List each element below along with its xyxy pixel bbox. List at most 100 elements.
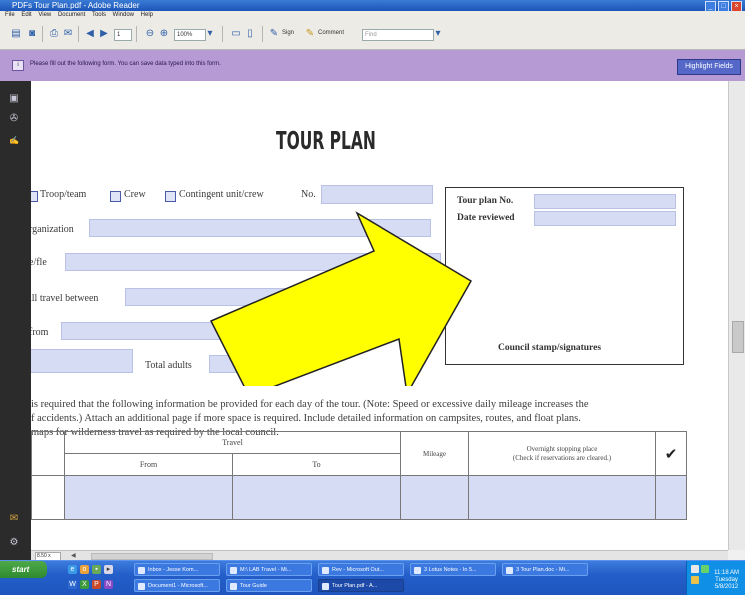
zoom-in-icon[interactable]: ⊕	[158, 28, 170, 40]
table-cell-date[interactable]	[31, 475, 65, 520]
leaders-field[interactable]	[31, 349, 133, 373]
table-cell-from[interactable]	[64, 475, 233, 520]
fit-page-icon[interactable]: ▭	[230, 28, 242, 40]
notes-quicklaunch-icon[interactable]: N	[104, 580, 113, 589]
task-app-icon	[414, 567, 421, 574]
troop-label: Troop/team	[40, 189, 87, 200]
zoom-out-icon[interactable]: ⊖	[144, 28, 156, 40]
find-dropdown-icon[interactable]: ▾	[432, 28, 444, 40]
toolbar-separator	[136, 26, 137, 42]
next-page-icon[interactable]: ▶	[98, 28, 110, 40]
comment-icon[interactable]: ✎	[304, 28, 316, 40]
toolbar-separator	[78, 26, 79, 42]
task-inbox[interactable]: Inbox - Jesse Kom...	[134, 563, 220, 576]
pages-icon[interactable]: ▣	[8, 93, 20, 105]
table-cell-to[interactable]	[232, 475, 401, 520]
volume-tray-icon[interactable]	[691, 576, 699, 584]
date-reviewed-field[interactable]	[534, 211, 676, 226]
form-info-icon: i	[12, 60, 24, 71]
task-label: Tour Guide	[240, 583, 267, 589]
table-header-travel: Travel	[64, 431, 401, 454]
fit-width-icon[interactable]: ▯	[244, 28, 256, 40]
attachments-icon[interactable]: ✇	[8, 113, 20, 125]
table-row	[31, 475, 687, 520]
sign-button[interactable]: Sign	[282, 30, 294, 36]
desktop-quicklaunch-icon[interactable]: ▪	[92, 565, 101, 574]
table-header-from: From	[64, 453, 233, 476]
menu-view[interactable]: View	[38, 12, 51, 18]
task-label: Document1 - Microsoft...	[148, 583, 208, 589]
task-app-icon	[230, 583, 237, 590]
start-button[interactable]: start	[0, 561, 47, 578]
task-app-icon	[322, 567, 329, 574]
menu-file[interactable]: File	[5, 12, 15, 18]
highlight-fields-button[interactable]: Highlight Fields	[677, 59, 741, 75]
media-quicklaunch-icon[interactable]: ▸	[104, 565, 113, 574]
powerpoint-quicklaunch-icon[interactable]: P	[92, 580, 101, 589]
open-icon[interactable]: ▤	[10, 28, 22, 40]
word-quicklaunch-icon[interactable]: W	[68, 580, 77, 589]
menu-edit[interactable]: Edit	[21, 12, 31, 18]
email-icon[interactable]: ✉	[62, 28, 74, 40]
contingent-checkbox[interactable]	[165, 191, 176, 202]
tour-plan-number-label: Tour plan No.	[457, 196, 514, 206]
task-tour-plan-doc[interactable]: 3 Tour Plan.doc - Mi...	[502, 563, 588, 576]
troop-checkbox[interactable]	[31, 191, 38, 202]
toolbar-separator	[262, 26, 263, 42]
task-lotus-notes[interactable]: 3 Lotus Notes - In 5...	[410, 563, 496, 576]
comments-icon[interactable]: ✉	[8, 513, 20, 525]
task-tour-guide[interactable]: Tour Guide	[226, 579, 312, 592]
task-label: 3 Lotus Notes - In 5...	[424, 567, 477, 573]
table-cell-check[interactable]	[655, 475, 687, 520]
number-label: No.	[301, 189, 316, 200]
tools-icon[interactable]: ⚙	[8, 537, 20, 549]
zoom-level-input[interactable]: 100%	[174, 29, 206, 41]
crew-checkbox[interactable]	[110, 191, 121, 202]
total-adults-label: Total adults	[145, 360, 192, 371]
task-label: Inbox - Jesse Kom...	[148, 567, 199, 573]
from-label: from	[31, 327, 49, 338]
toolbar-separator	[42, 26, 43, 42]
navigation-panel: ▣ ✇ ✍ ✉ ⚙	[0, 81, 31, 560]
find-input[interactable]: Find	[362, 29, 434, 41]
form-info-bar: i Please fill out the following form. Yo…	[0, 50, 745, 82]
vertical-scrollbar[interactable]	[728, 81, 745, 550]
network-tray-icon[interactable]	[691, 565, 699, 573]
save-icon[interactable]: ◙	[26, 28, 38, 40]
task-outlook[interactable]: Rev - Microsoft Out...	[318, 563, 404, 576]
overnight-header-line2: (Check if reservations are cleared.)	[512, 453, 612, 462]
page-number-input[interactable]: 1	[114, 29, 132, 41]
task-tour-plan-pdf-active[interactable]: Tour Plan.pdf - A...	[318, 579, 404, 592]
scroll-left-icon[interactable]: ◀	[71, 552, 76, 560]
contingent-label: Contingent unit/crew	[179, 189, 264, 200]
signatures-icon[interactable]: ✍	[8, 135, 20, 147]
security-tray-icon[interactable]	[701, 565, 709, 573]
council-stamp-label: Council stamp/signatures	[498, 343, 602, 353]
sign-pen-icon[interactable]: ✎	[268, 28, 280, 40]
table-header-to: To	[232, 453, 401, 476]
unit-number-field[interactable]	[321, 185, 433, 204]
zoom-dropdown-icon[interactable]: ▾	[204, 28, 216, 40]
menu-document[interactable]: Document	[58, 12, 85, 18]
task-lab-travel[interactable]: M:\ LAB Travel - Mi...	[226, 563, 312, 576]
horizontal-scrollbar[interactable]	[91, 553, 213, 560]
ie-quicklaunch-icon[interactable]: e	[68, 565, 77, 574]
clock[interactable]: 11:18 AM Tuesday 5/8/2012	[714, 570, 739, 591]
clock-time: 11:18 AM	[714, 570, 739, 576]
excel-quicklaunch-icon[interactable]: X	[80, 580, 89, 589]
clock-day: Tuesday	[715, 577, 738, 583]
tour-plan-number-field[interactable]	[534, 194, 676, 209]
outlook-quicklaunch-icon[interactable]: o	[80, 565, 89, 574]
comment-button[interactable]: Comment	[318, 30, 344, 36]
scrollbar-thumb[interactable]	[732, 321, 744, 353]
task-document1[interactable]: Document1 - Microsoft...	[134, 579, 220, 592]
menu-tools[interactable]: Tools	[92, 12, 106, 18]
menu-help[interactable]: Help	[141, 12, 153, 18]
print-icon[interactable]: ⎙	[48, 28, 60, 40]
menu-window[interactable]: Window	[113, 12, 134, 18]
table-cell-overnight[interactable]	[468, 475, 656, 520]
form-title: TOUR PLAN	[276, 126, 376, 155]
table-cell-mileage[interactable]	[400, 475, 469, 520]
table-header-overnight: Overnight stopping place (Check if reser…	[468, 431, 656, 476]
previous-page-icon[interactable]: ◀	[84, 28, 96, 40]
